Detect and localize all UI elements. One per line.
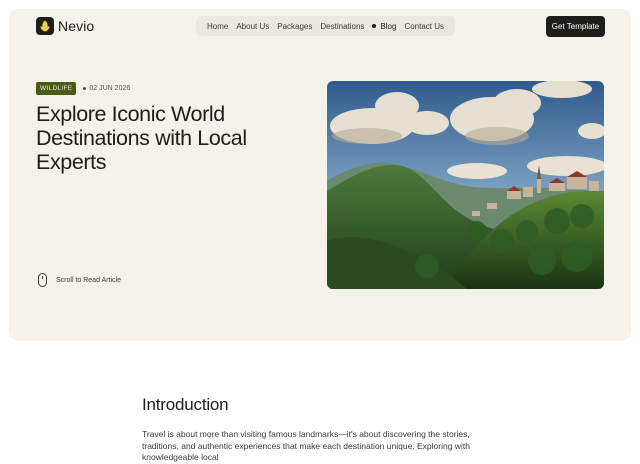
- nav-item-packages[interactable]: Packages: [273, 22, 316, 31]
- intro-heading: Introduction: [142, 395, 229, 414]
- category-tag[interactable]: WILDLIFE: [36, 82, 77, 95]
- nav-item-home[interactable]: Home: [203, 22, 232, 31]
- article-title: Explore Iconic World Destinations with L…: [36, 102, 247, 174]
- scroll-to-read[interactable]: Scroll to Read Article: [38, 273, 121, 287]
- publish-date-text: 02 JUN 2026: [89, 85, 131, 92]
- nav-item-label: About Us: [236, 21, 270, 31]
- get-template-button[interactable]: Get Template: [546, 16, 605, 37]
- brand-logo[interactable]: Nevio: [36, 17, 94, 35]
- nav-item-label: Contact Us: [404, 21, 445, 31]
- nav-item-label: Destinations: [320, 21, 365, 31]
- brand-name: Nevio: [58, 18, 95, 34]
- hero-image: [327, 81, 604, 289]
- nav-item-destinations[interactable]: Destinations: [316, 22, 368, 31]
- nav-item-blog[interactable]: Blog: [368, 22, 400, 31]
- dot-icon: [83, 87, 87, 90]
- main-nav: Home About Us Packages Destinations Blog…: [196, 16, 456, 36]
- nav-item-label: Blog: [380, 21, 397, 31]
- landscape-photo: [327, 81, 604, 289]
- leaf-logo-icon: [36, 17, 54, 35]
- nav-item-label: Home: [207, 21, 229, 31]
- hero-section: Nevio Home About Us Packages Destination…: [9, 9, 631, 341]
- mouse-icon: [38, 273, 47, 287]
- article-meta: WILDLIFE 02 JUN 2026: [36, 82, 130, 95]
- nav-item-label: Packages: [277, 21, 313, 31]
- dot-icon: [372, 24, 377, 28]
- scroll-label: Scroll to Read Article: [56, 276, 121, 284]
- nav-item-about-us[interactable]: About Us: [232, 22, 273, 31]
- intro-body: Travel is about more than visiting famou…: [142, 429, 470, 462]
- publish-date: 02 JUN 2026: [83, 85, 130, 92]
- nav-item-contact-us[interactable]: Contact Us: [400, 22, 448, 31]
